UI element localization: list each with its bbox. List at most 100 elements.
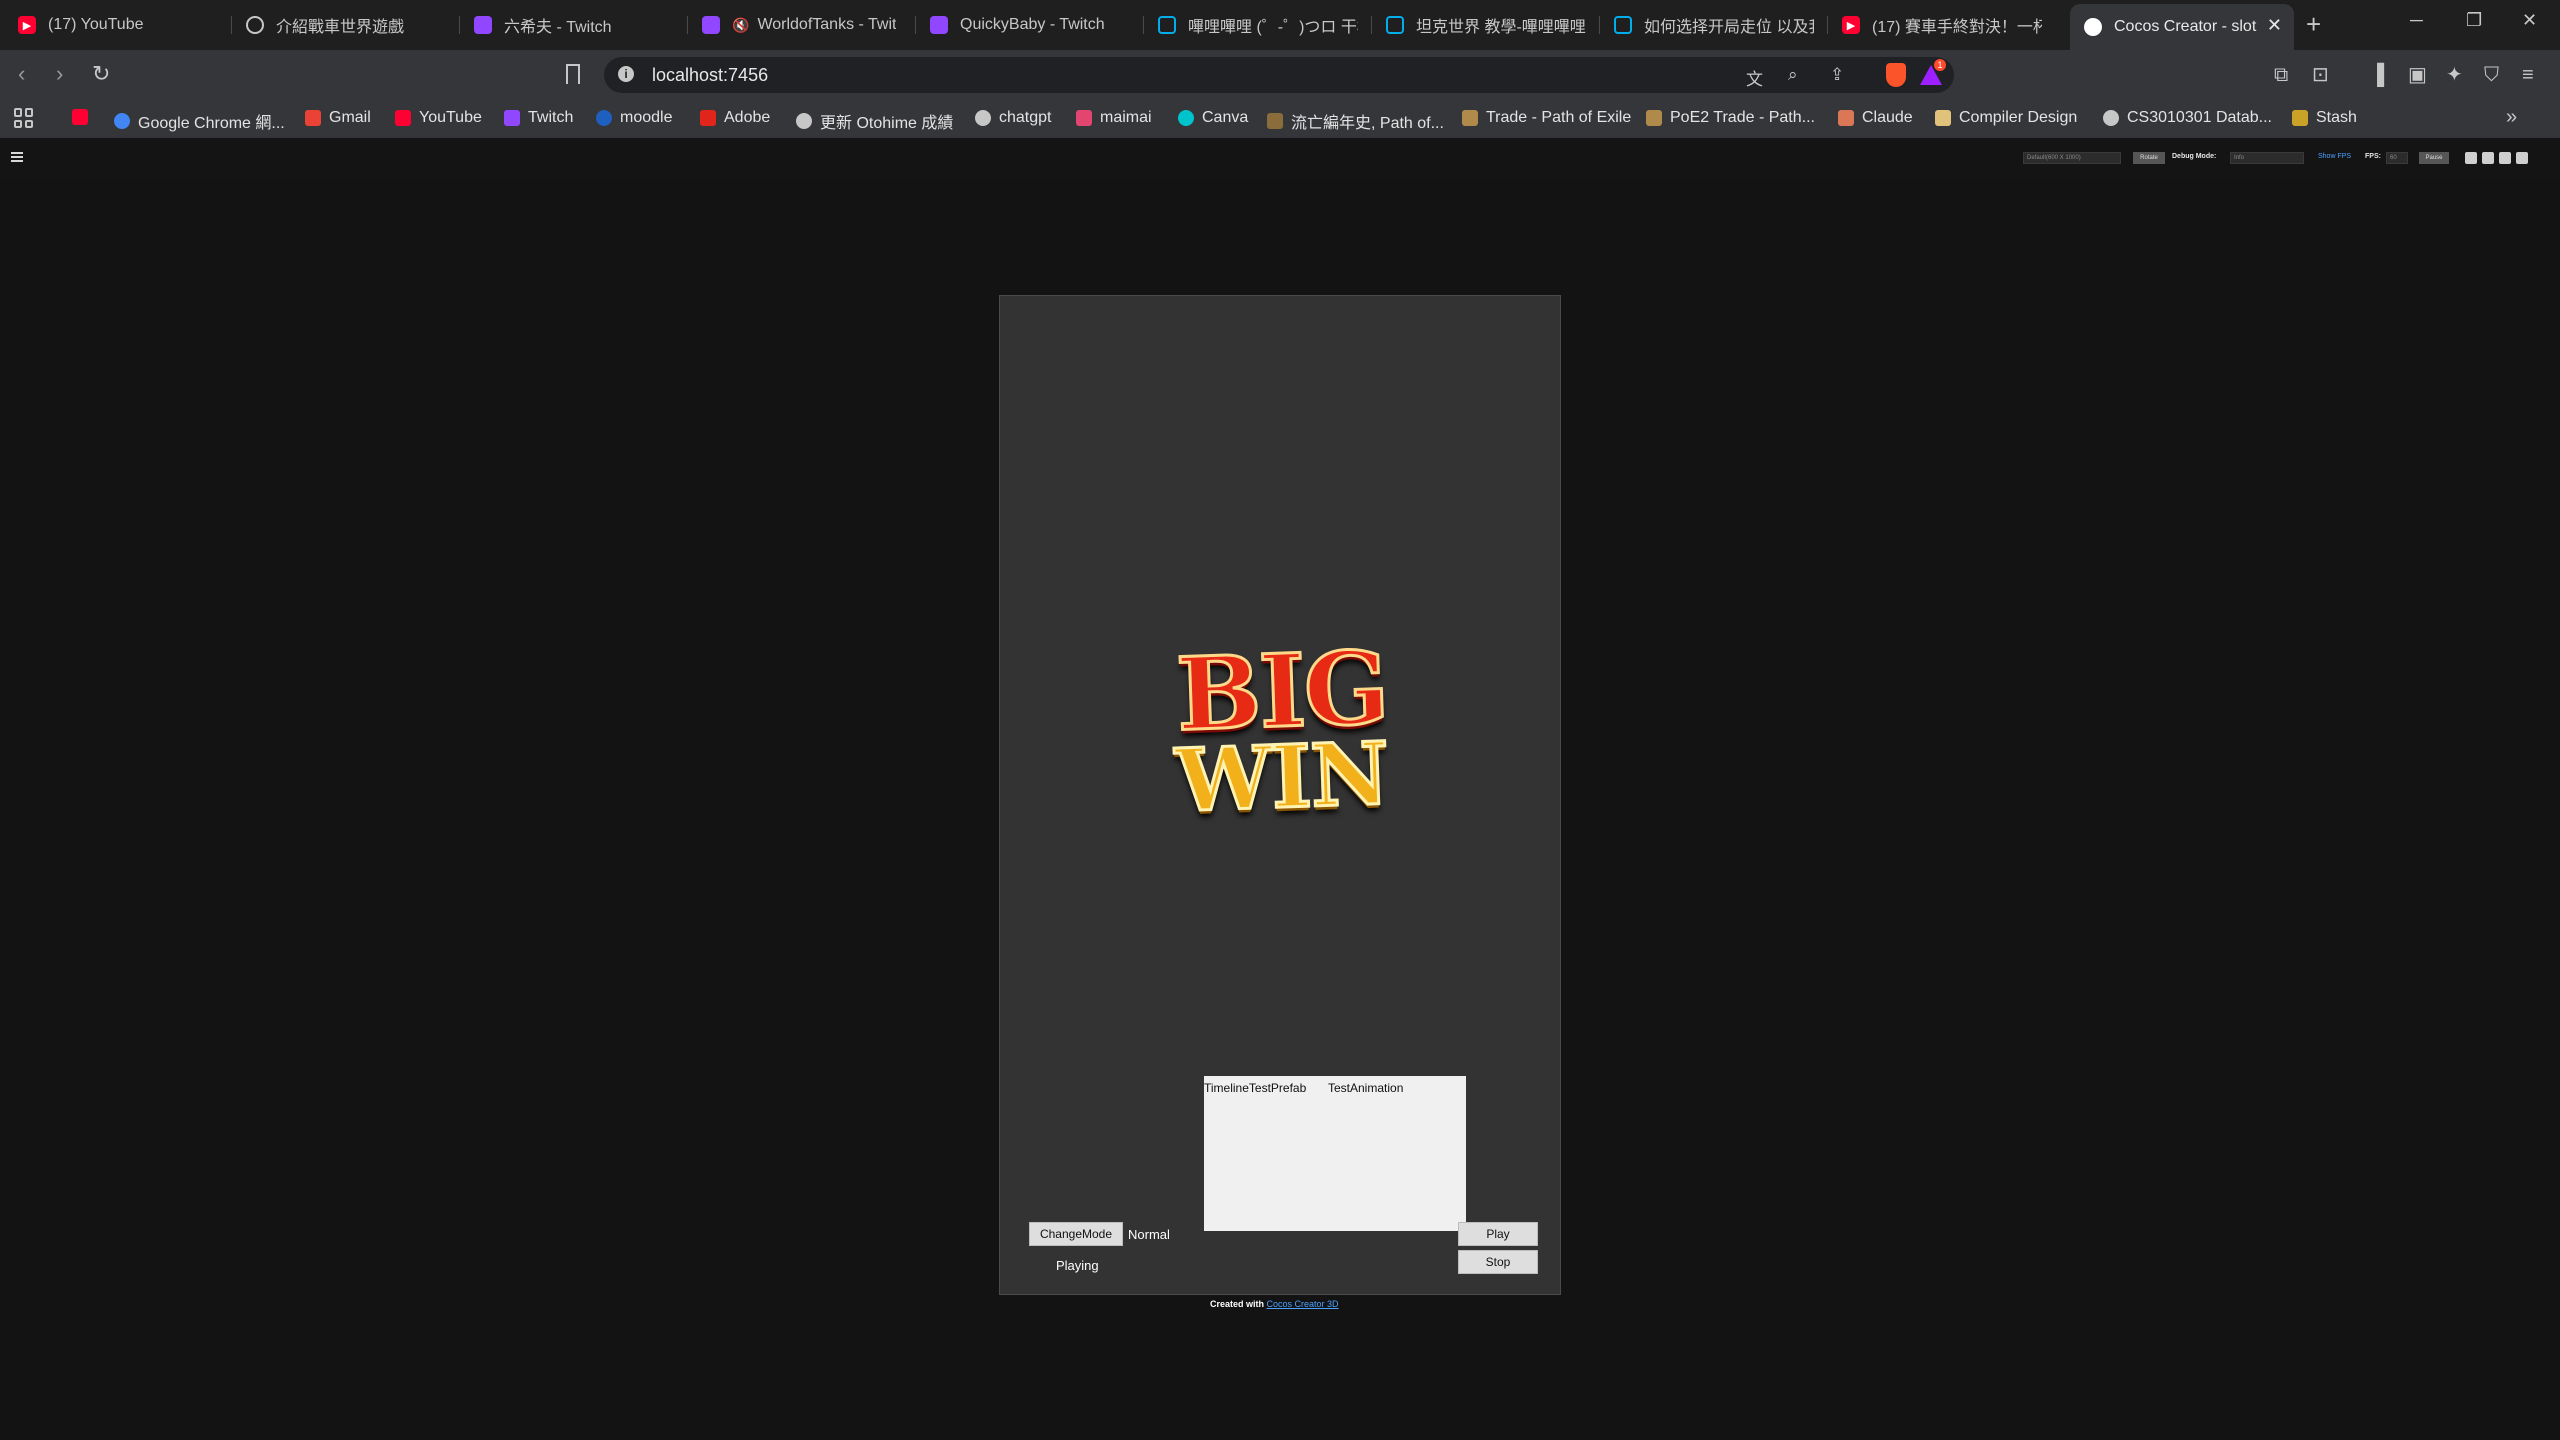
- bookmark-icon[interactable]: [566, 64, 580, 84]
- footer-text: Created with: [1210, 1299, 1265, 1309]
- browser-tab[interactable]: 🔇 WorldofTanks - Twit: [688, 4, 916, 46]
- bookmark-item[interactable]: Google Chrome 網...: [114, 109, 285, 133]
- browser-tab[interactable]: 坦克世界 教學-嗶哩嗶哩: [1372, 4, 1600, 46]
- pause-button[interactable]: Pause: [2419, 152, 2449, 164]
- poe-icon: [1646, 110, 1662, 126]
- close-icon[interactable]: ✕: [2267, 15, 2282, 36]
- bookmark-label: Canva: [1202, 109, 1249, 126]
- bookmark-item[interactable]: Compiler Design: [1935, 109, 2077, 127]
- bookmark-item[interactable]: moodle: [596, 109, 672, 127]
- logo-text-win: WIN: [1173, 722, 1392, 833]
- more-bookmarks-icon[interactable]: »: [2506, 106, 2517, 129]
- browser-toolbar: ‹ › ↻ i localhost:7456 文 ⌕ ⇪ 1 ⧉ ⊡ ▐ ▣ ✦…: [0, 50, 2560, 100]
- bookmark-label: moodle: [620, 109, 673, 126]
- tab-title: (17) YouTube: [48, 16, 144, 33]
- brave-shields-icon[interactable]: [1886, 63, 1906, 87]
- rotate-button[interactable]: Rotate: [2133, 152, 2165, 164]
- bookmark-item[interactable]: PoE2 Trade - Path...: [1646, 109, 1815, 127]
- bookmark-item[interactable]: Adobe: [700, 109, 770, 127]
- fps-input[interactable]: 60: [2386, 152, 2408, 164]
- adobe-icon: [700, 110, 716, 126]
- show-fps-toggle[interactable]: Show FPS: [2318, 153, 2351, 160]
- address-bar[interactable]: i localhost:7456 文 ⌕ ⇪ 1: [604, 57, 1954, 93]
- translate-icon[interactable]: 文: [1746, 65, 1763, 90]
- back-button[interactable]: ‹: [18, 62, 25, 86]
- minimize-icon[interactable]: ─: [2410, 10, 2423, 31]
- panel-item-test-animation[interactable]: TestAnimation: [1328, 1081, 1403, 1095]
- wallet-icon[interactable]: ▣: [2408, 63, 2427, 87]
- leo-ai-icon[interactable]: ✦: [2446, 63, 2463, 87]
- tab-title: WorldofTanks - Twit: [757, 16, 897, 33]
- animation-list-panel[interactable]: TimelineTestPrefab TestAnimation: [1204, 1076, 1466, 1231]
- muted-speaker-icon[interactable]: 🔇: [732, 17, 749, 34]
- play-button[interactable]: Play: [1458, 1222, 1538, 1246]
- browser-tab-active[interactable]: Cocos Creator - slot ✕: [2070, 4, 2294, 50]
- browser-tab[interactable]: ▶ (17) YouTube: [4, 4, 232, 46]
- site-info-icon[interactable]: i: [618, 66, 634, 82]
- bookmark-label: Trade - Path of Exile: [1486, 109, 1632, 126]
- game-canvas[interactable]: BIG WIN TimelineTestPrefab TestAnimation…: [999, 295, 1561, 1295]
- bookmark-item[interactable]: CS3010301 Datab...: [2103, 109, 2272, 127]
- tab-title: 坦克世界 教學-嗶哩嗶哩: [1416, 19, 1586, 36]
- bookmark-item[interactable]: Stash: [2292, 109, 2357, 127]
- vpn-icon[interactable]: ⛉: [2484, 63, 2499, 87]
- bookmark-item[interactable]: YouTube: [395, 109, 482, 127]
- inspector-icon[interactable]: [2482, 152, 2494, 164]
- browser-tab[interactable]: 如何选择开局走位 以及我: [1600, 4, 1828, 46]
- tab-title: (17) 賽車手終對決！一杯: [1872, 19, 2042, 36]
- bookmark-label: Gmail: [329, 109, 371, 126]
- apps-grid-icon[interactable]: [14, 108, 34, 128]
- screenshot-icon[interactable]: ⊡: [2312, 63, 2329, 87]
- change-mode-button[interactable]: ChangeMode: [1029, 1222, 1123, 1246]
- panel-item-timeline-test-prefab[interactable]: TimelineTestPrefab: [1204, 1081, 1306, 1095]
- browser-tab[interactable]: 嗶哩嗶哩 (゜-゜)つロ 干杯: [1144, 4, 1372, 46]
- forward-button[interactable]: ›: [56, 62, 63, 86]
- browser-tab[interactable]: QuickyBaby - Twitch: [916, 4, 1144, 46]
- bookmark-item[interactable]: 更新 Otohime 成績: [796, 109, 953, 133]
- bookmark-item[interactable]: [72, 109, 96, 125]
- bookmark-item[interactable]: Canva: [1178, 109, 1248, 127]
- bookmark-item[interactable]: maimai: [1076, 109, 1152, 127]
- bookmark-item[interactable]: Trade - Path of Exile: [1462, 109, 1631, 127]
- sidebar-icon[interactable]: ▐: [2370, 63, 2384, 87]
- bookmarks-bar: Google Chrome 網... Gmail YouTube Twitch mood…: [0, 100, 2560, 138]
- url-text[interactable]: localhost:7456: [652, 65, 768, 86]
- extensions-icon[interactable]: ⧉: [2274, 63, 2288, 87]
- twitch-icon: [930, 16, 948, 34]
- share-icon[interactable]: ⇪: [1830, 65, 1844, 85]
- close-window-icon[interactable]: ✕: [2522, 10, 2537, 31]
- bookmark-item[interactable]: Claude: [1838, 109, 1913, 127]
- menu-icon[interactable]: [11, 152, 23, 162]
- bookmark-label: Compiler Design: [1959, 109, 2078, 126]
- debug-mode-select[interactable]: Info: [2230, 152, 2304, 164]
- globe-icon: [2084, 18, 2102, 36]
- fullscreen-icon[interactable]: [2499, 152, 2511, 164]
- gear-icon: [246, 16, 264, 34]
- menu-icon[interactable]: ≡: [2522, 63, 2534, 87]
- browser-tab[interactable]: ▶ (17) 賽車手終對決！一杯: [1828, 4, 2056, 46]
- bookmark-item[interactable]: chatgpt: [975, 109, 1051, 127]
- tab-title: QuickyBaby - Twitch: [960, 16, 1105, 33]
- bookmark-item[interactable]: 流亡編年史, Path of...: [1267, 109, 1444, 133]
- reload-button[interactable]: ↻: [92, 62, 110, 86]
- stop-button[interactable]: Stop: [1458, 1250, 1538, 1274]
- browser-tab[interactable]: 介紹戰車世界遊戲: [232, 4, 460, 46]
- new-tab-button[interactable]: +: [2306, 10, 2321, 38]
- bookmark-label: YouTube: [419, 109, 482, 126]
- bookmark-item[interactable]: Twitch: [504, 109, 573, 127]
- zoom-icon[interactable]: ⌕: [1788, 65, 1798, 85]
- qr-code-icon[interactable]: [2465, 152, 2477, 164]
- browser-tab[interactable]: 六希夫 - Twitch: [460, 4, 688, 46]
- cocos-creator-link[interactable]: Cocos Creator 3D: [1267, 1299, 1339, 1309]
- resolution-select[interactable]: Default(600 X 1000): [2023, 152, 2121, 164]
- fps-label: FPS:: [2365, 153, 2381, 160]
- restore-icon[interactable]: ❐: [2466, 10, 2482, 31]
- bookmark-item[interactable]: Gmail: [305, 109, 371, 127]
- bookmark-label: Twitch: [528, 109, 574, 126]
- bilibili-icon: [1614, 16, 1632, 34]
- bookmark-label: Stash: [2316, 109, 2357, 126]
- tab-title: 如何选择开局走位 以及我: [1644, 19, 1814, 36]
- youtube-icon: ▶: [18, 16, 36, 34]
- notification-badge: 1: [1934, 59, 1946, 71]
- home-icon[interactable]: [2516, 152, 2528, 164]
